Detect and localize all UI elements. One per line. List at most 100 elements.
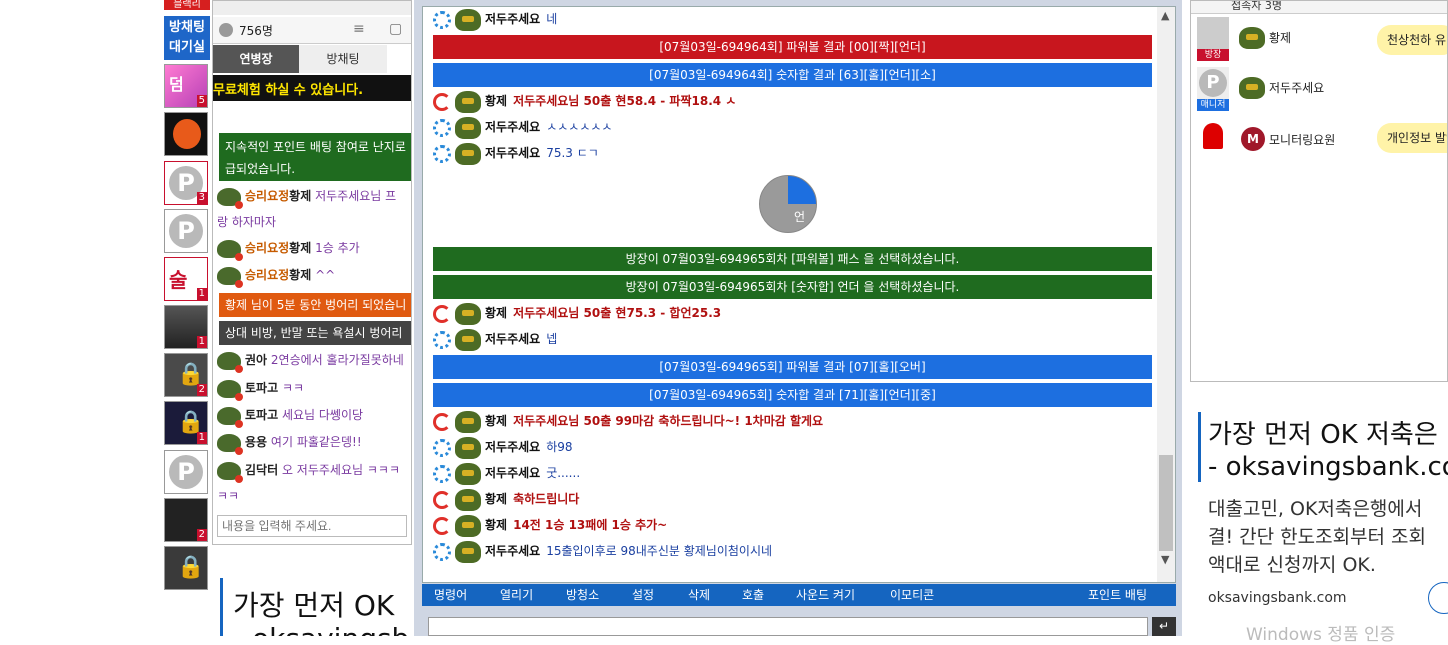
speech-bubble: 천상천하 유	[1377, 25, 1447, 55]
result-bar: 방장이 07월03일-694965회차 [숫자합] 언더 을 선택하셨습니다.	[433, 275, 1152, 299]
rank-icon	[1239, 77, 1265, 99]
user-name[interactable]: 저두주세요	[1269, 79, 1324, 96]
user-name[interactable]: 모니터링요원	[1269, 131, 1335, 148]
nick[interactable]: 저두주세요	[485, 544, 540, 558]
red-swirl-icon	[433, 412, 451, 431]
nick[interactable]: 황제	[485, 518, 507, 532]
list-toggle-icon[interactable]: ≡	[353, 21, 365, 37]
avatar-3[interactable]: P 3	[164, 161, 208, 205]
blacklist-tab[interactable]: 블랙리	[164, 0, 210, 10]
toolbar-item[interactable]: 방청소	[566, 584, 599, 606]
nick[interactable]: 저두주세요	[485, 12, 540, 26]
enter-icon[interactable]: ↵	[1152, 617, 1176, 636]
nick[interactable]: 저두주세요	[485, 440, 540, 454]
rank-icon	[217, 239, 243, 261]
rank-icon	[455, 488, 481, 511]
avatar-10[interactable]: 2	[164, 498, 208, 542]
nick[interactable]: 황제	[289, 268, 311, 282]
avatar-1[interactable]: 덤 5	[164, 64, 208, 108]
nick[interactable]: 황제	[485, 94, 507, 108]
swirl-icon	[173, 119, 201, 149]
result-pie-icon: 언	[759, 175, 817, 233]
popout-icon[interactable]: ▢	[389, 21, 402, 37]
siren-icon	[1197, 121, 1229, 155]
scrollbar-thumb[interactable]	[1159, 455, 1173, 551]
chat-line: 토파고 ㅋㅋ	[217, 379, 411, 401]
nick[interactable]: 저두주세요	[485, 146, 540, 160]
toolbar-item[interactable]: 이모티콘	[890, 584, 934, 606]
nick[interactable]: 권아	[245, 353, 267, 367]
avatar-4[interactable]: P	[164, 209, 208, 253]
avatar-7[interactable]: 🔒 2	[164, 353, 208, 397]
avatar-2[interactable]	[164, 112, 208, 156]
right-ad[interactable]: 가장 먼저 OK 저축은 - oksavingsbank.co 대출고민, OK…	[1190, 390, 1448, 645]
nick[interactable]: 저두주세요	[485, 466, 540, 480]
p-icon: P	[169, 214, 203, 248]
result-bar: [07월03일-694964회] 파워볼 결과 [00][짝][언더]	[433, 35, 1152, 59]
main-chat-window: ▲ ▼ 저두주세요 네 [07월03일-694964회] 파워볼 결과 [00][짝…	[414, 0, 1182, 636]
ad-url[interactable]: oksavingsbank.com	[1208, 590, 1347, 606]
toolbar-item[interactable]: 포인트 배팅	[1088, 584, 1147, 606]
tab-parade-ground[interactable]: 연병장	[213, 45, 299, 73]
user-name[interactable]: 황제	[1269, 29, 1291, 46]
blue-swirl-icon	[433, 330, 451, 349]
rank-icon	[455, 90, 481, 113]
nick[interactable]: 황제	[485, 306, 507, 320]
nick[interactable]: 토파고	[245, 381, 278, 395]
scroll-down-icon[interactable]: ▼	[1161, 553, 1169, 566]
red-swirl-icon	[433, 92, 451, 111]
avatar-5[interactable]: 술 1	[164, 257, 208, 301]
notice-text: 지속적인 포인트 배팅 참여로 난지로 급되었습니다.	[225, 140, 406, 176]
chat-line: 토파고 세요님 다쎙이당	[217, 406, 411, 428]
avatar-6[interactable]: 1	[164, 305, 208, 349]
promo-banner[interactable]: 무료체험 하실 수 있습니다.	[213, 75, 411, 101]
avatar-8[interactable]: 🔒 1	[164, 401, 208, 445]
avatar-9[interactable]: P	[164, 450, 208, 494]
side-chat-input[interactable]	[217, 515, 407, 537]
toolbar-item[interactable]: 사운드 켜기	[796, 584, 855, 606]
nick[interactable]: 황제	[289, 189, 311, 203]
rank-icon	[455, 540, 481, 563]
nick[interactable]: 용용	[245, 435, 267, 449]
rank-icon	[217, 187, 243, 209]
room-chat-lobby-button[interactable]: 방채팅 대기실	[164, 16, 210, 60]
nick[interactable]: 김닥터	[245, 463, 278, 477]
nick[interactable]: 토파고	[245, 408, 278, 422]
ad-accent-bar	[1198, 412, 1201, 482]
chat-message: 저두주세요 ㅅㅅㅅㅅㅅㅅ	[433, 115, 612, 139]
nick[interactable]: 황제	[485, 492, 507, 506]
toolbar-item[interactable]: 삭제	[688, 584, 710, 606]
ad-arrow-button[interactable]	[1428, 582, 1448, 614]
chat-message: 저두주세요 넵	[433, 327, 557, 351]
avatar-11[interactable]: 🔒	[164, 546, 208, 590]
nick[interactable]: 황제	[289, 241, 311, 255]
side-chat-topbar	[213, 1, 411, 15]
main-chat-input[interactable]	[428, 617, 1148, 636]
chat-message: 황제 저두주세요님 50출 현58.4 - 파짝18.4 ㅅ	[433, 89, 736, 113]
scroll-up-icon[interactable]: ▲	[1161, 9, 1169, 22]
avatar-art: 술	[169, 268, 188, 292]
toolbar-item[interactable]: 호출	[742, 584, 764, 606]
rank-icon	[217, 351, 243, 373]
toolbar-item[interactable]: 명령어	[434, 584, 467, 606]
rank-icon	[455, 514, 481, 537]
toolbar-item[interactable]: 열리기	[500, 584, 533, 606]
m-icon: M	[1241, 127, 1265, 151]
nick[interactable]: 저두주세요	[485, 332, 540, 346]
user-row[interactable]: P 매니저 저두주세요	[1197, 67, 1447, 111]
nick[interactable]: 저두주세요	[485, 120, 540, 134]
user-row[interactable]: M 모니터링요원 개인정보 발언	[1197, 119, 1447, 163]
user-row[interactable]: 방장 황제 천상천하 유	[1197, 17, 1447, 61]
chat-message: 저두주세요 하98	[433, 435, 573, 459]
result-bar: [07월03일-694964회] 숫자합 결과 [63][홀][언더][소]	[433, 63, 1152, 87]
bottom-ad[interactable]: 가장 먼저 OK - oksavingsb	[220, 578, 413, 636]
toolbar-item[interactable]: 설정	[632, 584, 654, 606]
nick[interactable]: 황제	[485, 414, 507, 428]
ad-headline-url: - oksavingsbank.co	[1208, 452, 1448, 482]
chat-toolbar: 명령어 열리기 방청소 설정 삭제 호출 사운드 켜기 이모티콘 포인트 배팅	[422, 584, 1176, 606]
message-text: 네	[546, 12, 558, 26]
ad-body: 액대로 신청까지 OK.	[1208, 554, 1376, 576]
chat-scrollbar[interactable]: ▲ ▼	[1157, 7, 1175, 582]
rank-icon	[455, 462, 481, 485]
tab-room-chat[interactable]: 방채팅	[299, 45, 387, 73]
